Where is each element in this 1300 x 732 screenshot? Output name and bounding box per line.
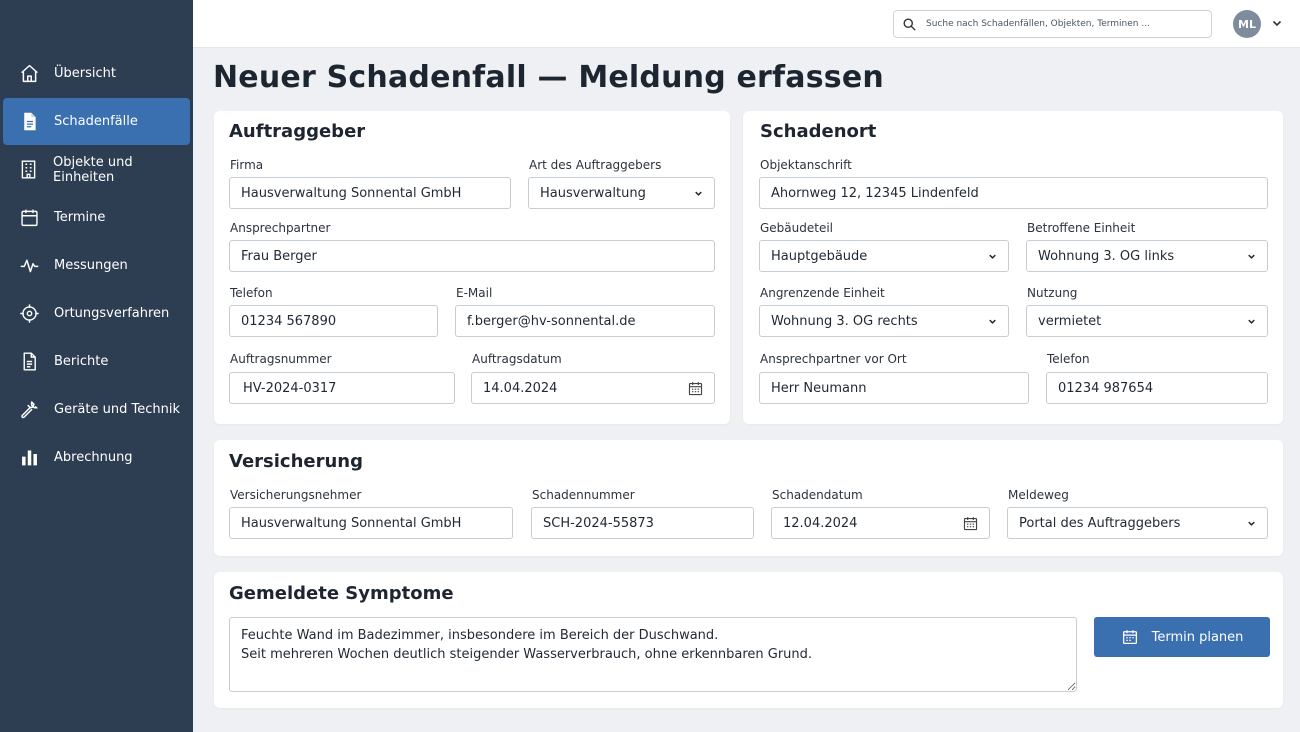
meldeweg-value: Portal des Auftraggebers bbox=[1019, 515, 1181, 531]
firma-input[interactable] bbox=[229, 177, 511, 209]
meldeweg-label: Meldeweg bbox=[1008, 488, 1069, 502]
target-icon bbox=[18, 303, 40, 325]
sidebar-item-label: Geräte und Technik bbox=[54, 402, 180, 417]
ansprechpartner-label: Ansprechpartner bbox=[230, 221, 331, 235]
meldeweg-select[interactable]: Portal des Auftraggebers bbox=[1007, 507, 1268, 539]
auftragsdatum-input[interactable] bbox=[472, 380, 714, 396]
chevron-down-icon[interactable] bbox=[1271, 17, 1283, 29]
building-icon bbox=[18, 159, 39, 181]
auftragsnummer-input[interactable] bbox=[229, 372, 455, 404]
calendar-icon bbox=[1122, 630, 1137, 645]
schadennummer-input[interactable] bbox=[531, 507, 754, 539]
sidebar-item-termine[interactable]: Termine bbox=[3, 194, 190, 241]
sidebar-item-objekte[interactable]: Objekte und Einheiten bbox=[3, 146, 190, 193]
sidebar-item-ortungsverfahren[interactable]: Ortungsverfahren bbox=[3, 290, 190, 337]
angrenzende-einheit-value: Wohnung 3. OG rechts bbox=[771, 313, 918, 329]
nutzung-select[interactable]: vermietet bbox=[1026, 305, 1268, 337]
betroffene-einheit-value: Wohnung 3. OG links bbox=[1038, 248, 1175, 264]
nutzung-value: vermietet bbox=[1038, 313, 1102, 329]
sidebar-nav: Übersicht Schadenfälle Objekte und Einhe… bbox=[3, 50, 190, 482]
telefon-input[interactable] bbox=[229, 305, 438, 337]
betroffene-einheit-label: Betroffene Einheit bbox=[1027, 221, 1136, 235]
pulse-icon bbox=[18, 255, 40, 277]
nutzung-label: Nutzung bbox=[1027, 286, 1078, 300]
ansprechpartner-input[interactable] bbox=[229, 240, 715, 272]
sidebar-item-berichte[interactable]: Berichte bbox=[3, 338, 190, 385]
email-label: E-Mail bbox=[456, 286, 493, 300]
sidebar-item-label: Ortungsverfahren bbox=[54, 306, 170, 321]
symptome-textarea[interactable]: Feuchte Wand im Badezimmer, insbesondere… bbox=[229, 617, 1077, 692]
bar-chart-icon bbox=[18, 447, 40, 469]
sidebar-item-messungen[interactable]: Messungen bbox=[3, 242, 190, 289]
email-input[interactable] bbox=[455, 305, 715, 337]
telefon-label: Telefon bbox=[230, 286, 273, 300]
versicherungsnehmer-input[interactable] bbox=[229, 507, 513, 539]
chevron-down-icon bbox=[989, 254, 996, 259]
section-title-schadenort: Schadenort bbox=[760, 121, 877, 142]
art-auftraggeber-select[interactable]: Hausverwaltung bbox=[528, 177, 715, 209]
schadendatum-label: Schadendatum bbox=[772, 488, 863, 502]
sidebar-item-label: Objekte und Einheiten bbox=[53, 154, 133, 185]
chevron-down-icon bbox=[1248, 254, 1255, 259]
home-icon bbox=[18, 63, 40, 85]
objektanschrift-input[interactable] bbox=[759, 177, 1268, 209]
report-icon bbox=[18, 351, 40, 373]
gebaeudeteil-select[interactable]: Hauptgebäude bbox=[759, 240, 1009, 272]
avatar[interactable]: ML bbox=[1233, 10, 1261, 38]
sidebar-item-label: Messungen bbox=[54, 258, 128, 273]
sidebar-item-schadenfaelle[interactable]: Schadenfälle bbox=[3, 98, 190, 145]
sidebar-item-geraete[interactable]: Geräte und Technik bbox=[3, 386, 190, 433]
search-input[interactable] bbox=[926, 19, 1196, 29]
termin-planen-label: Termin planen bbox=[1151, 629, 1244, 645]
sidebar-item-label: Übersicht bbox=[54, 66, 116, 81]
termin-planen-button[interactable]: Termin planen bbox=[1094, 617, 1270, 657]
firma-label: Firma bbox=[230, 158, 264, 172]
chevron-down-icon bbox=[989, 319, 996, 324]
sidebar-item-label: Schadenfälle bbox=[54, 114, 138, 129]
search-box[interactable] bbox=[893, 10, 1212, 38]
document-icon bbox=[18, 111, 40, 133]
search-icon bbox=[903, 18, 916, 30]
schadendatum-field[interactable] bbox=[771, 507, 990, 539]
topbar: ML bbox=[193, 0, 1300, 48]
chevron-down-icon bbox=[695, 191, 702, 196]
wrench-icon bbox=[18, 399, 40, 421]
auftragsdatum-label: Auftragsdatum bbox=[472, 352, 562, 366]
auftragsnummer-label: Auftragsnummer bbox=[230, 352, 332, 366]
gebaeudeteil-label: Gebäudeteil bbox=[760, 221, 834, 235]
chevron-down-icon bbox=[1248, 319, 1255, 324]
sidebar: Übersicht Schadenfälle Objekte und Einhe… bbox=[0, 0, 193, 732]
section-title-symptome: Gemeldete Symptome bbox=[229, 583, 454, 604]
section-title-auftraggeber: Auftraggeber bbox=[229, 121, 366, 142]
schadennummer-label: Schadennummer bbox=[532, 488, 635, 502]
chevron-down-icon bbox=[1248, 521, 1255, 526]
calendar-icon bbox=[18, 207, 40, 229]
gebaeudeteil-value: Hauptgebäude bbox=[771, 248, 868, 264]
angrenzende-einheit-label: Angrenzende Einheit bbox=[760, 286, 885, 300]
section-title-versicherung: Versicherung bbox=[229, 451, 363, 472]
sidebar-item-abrechnung[interactable]: Abrechnung bbox=[3, 434, 190, 481]
telefon-vor-ort-input[interactable] bbox=[1046, 372, 1268, 404]
art-auftraggeber-label: Art des Auftraggebers bbox=[529, 158, 662, 172]
page-title: Neuer Schadenfall — Meldung erfassen bbox=[213, 60, 884, 95]
schadendatum-input[interactable] bbox=[772, 515, 989, 531]
telefon-vor-ort-label: Telefon bbox=[1047, 352, 1090, 366]
auftragsdatum-field[interactable] bbox=[471, 372, 715, 404]
calendar-icon[interactable] bbox=[687, 380, 704, 397]
sidebar-item-uebersicht[interactable]: Übersicht bbox=[3, 50, 190, 97]
calendar-icon[interactable] bbox=[962, 515, 979, 532]
art-auftraggeber-value: Hausverwaltung bbox=[540, 185, 646, 201]
angrenzende-einheit-select[interactable]: Wohnung 3. OG rechts bbox=[759, 305, 1009, 337]
objektanschrift-label: Objektanschrift bbox=[760, 158, 852, 172]
versicherungsnehmer-label: Versicherungsnehmer bbox=[230, 488, 362, 502]
ansprechpartner-vor-ort-label: Ansprechpartner vor Ort bbox=[760, 352, 907, 366]
betroffene-einheit-select[interactable]: Wohnung 3. OG links bbox=[1026, 240, 1268, 272]
sidebar-item-label: Berichte bbox=[54, 354, 109, 369]
sidebar-item-label: Abrechnung bbox=[54, 450, 133, 465]
ansprechpartner-vor-ort-input[interactable] bbox=[759, 372, 1029, 404]
sidebar-item-label: Termine bbox=[54, 210, 106, 225]
